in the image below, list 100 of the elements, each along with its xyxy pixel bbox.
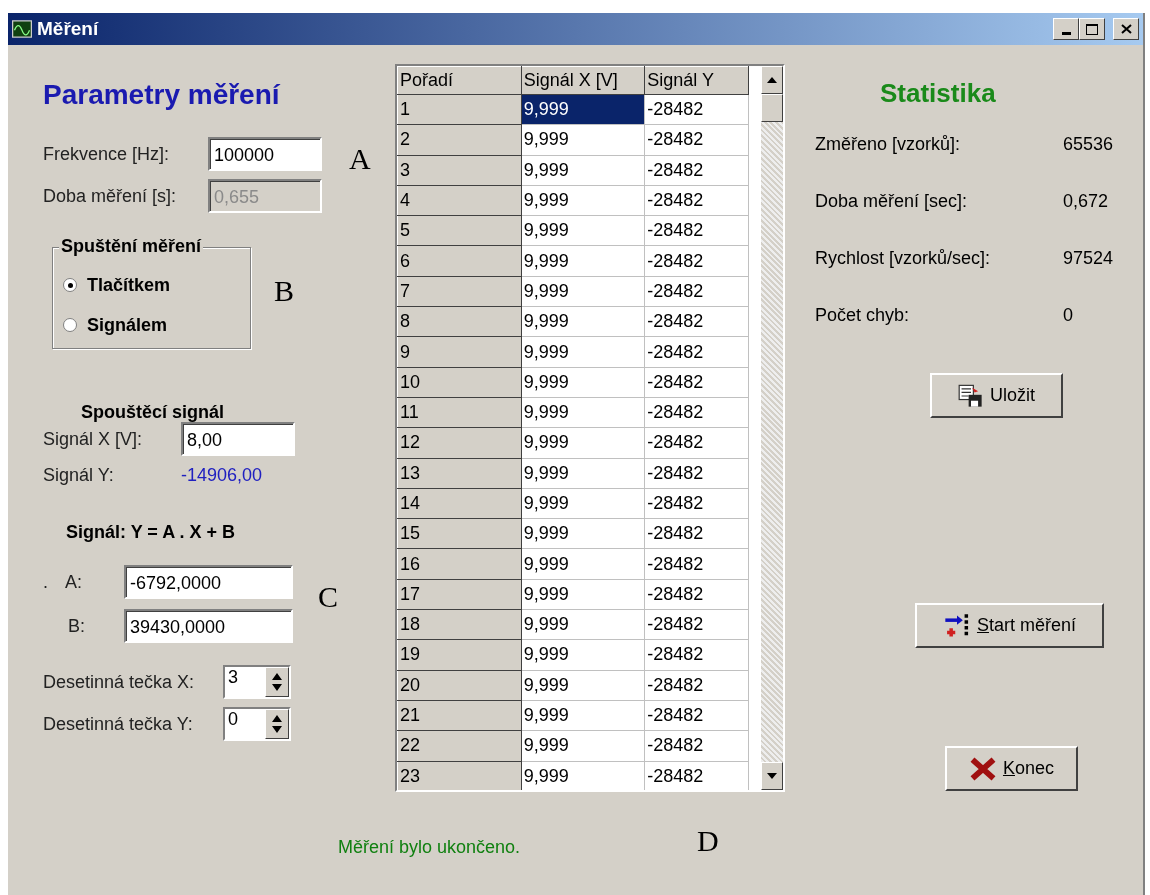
close-icon bbox=[968, 755, 997, 782]
stat-value: 65536 bbox=[1063, 134, 1115, 155]
section-heading: Spouštěcí signál bbox=[81, 402, 226, 422]
table-cell: -28482 bbox=[644, 670, 749, 701]
spin-field[interactable]: 3 bbox=[223, 665, 291, 699]
arrow-plus-icon bbox=[942, 612, 971, 639]
row-header: 14 bbox=[397, 488, 522, 519]
row-header: 18 bbox=[397, 609, 522, 640]
table-cell: 9,999 bbox=[521, 518, 645, 549]
minimize-icon bbox=[1061, 31, 1071, 35]
table-cell: 9,999 bbox=[521, 155, 645, 186]
table-cell: -28482 bbox=[644, 367, 749, 398]
table-cell: 9,999 bbox=[521, 94, 645, 125]
scroll-thumb[interactable] bbox=[761, 94, 783, 122]
table-cell: -28482 bbox=[644, 458, 749, 489]
row-header: 17 bbox=[397, 579, 522, 610]
stat-value: 0,672 bbox=[1063, 191, 1110, 212]
window-title: Měření bbox=[37, 18, 100, 40]
minimize-button[interactable] bbox=[1053, 18, 1079, 40]
row-header: 6 bbox=[397, 246, 522, 277]
table-cell: -28482 bbox=[644, 336, 749, 368]
row-header: 10 bbox=[397, 367, 522, 398]
table-cell: 9,999 bbox=[521, 367, 645, 398]
row-header: 16 bbox=[397, 548, 522, 580]
row-header: 23 bbox=[397, 761, 522, 790]
field-label: B: bbox=[67, 615, 86, 637]
close-button[interactable] bbox=[1113, 18, 1139, 40]
stat-value: 0 bbox=[1063, 305, 1074, 326]
row-header: 3 bbox=[397, 155, 522, 186]
status-message: Měření bylo ukončeno. bbox=[338, 837, 521, 858]
field-label: Frekvence [Hz]: bbox=[43, 143, 171, 165]
table-cell: -28482 bbox=[644, 730, 749, 762]
table-cell: -28482 bbox=[644, 579, 749, 610]
radio-option[interactable]: Signálem bbox=[63, 305, 250, 345]
dot-mark: . bbox=[43, 571, 49, 593]
radio-option[interactable]: Tlačítkem bbox=[63, 265, 250, 305]
table-cell: 9,999 bbox=[521, 276, 645, 307]
table-cell: -28482 bbox=[644, 246, 749, 277]
column-header[interactable]: Signál X [V] bbox=[521, 66, 645, 95]
stat-value: 97524 bbox=[1063, 248, 1115, 269]
input-field[interactable]: 39430,0000 bbox=[124, 609, 293, 643]
annotation-letter: A bbox=[349, 144, 371, 174]
table-cell: -28482 bbox=[644, 488, 749, 519]
table-cell: -28482 bbox=[644, 397, 749, 428]
start-button[interactable]: Start měření bbox=[915, 603, 1104, 648]
table-cell: 9,999 bbox=[521, 124, 645, 156]
formula-heading: Signál: Y = A . X + B bbox=[66, 522, 237, 542]
row-header: 13 bbox=[397, 458, 522, 489]
exit-button[interactable]: Konec bbox=[945, 746, 1078, 791]
row-header: 1 bbox=[397, 94, 522, 125]
table-cell: 9,999 bbox=[521, 185, 645, 216]
table-cell: 9,999 bbox=[521, 306, 645, 337]
field-label: Doba měření [s]: bbox=[43, 185, 178, 207]
input-field[interactable]: -6792,0000 bbox=[124, 565, 293, 599]
table-cell: 9,999 bbox=[521, 670, 645, 701]
field-label: A: bbox=[64, 571, 83, 593]
row-header: 7 bbox=[397, 276, 522, 307]
table-cell: -28482 bbox=[644, 548, 749, 580]
spin-arrows-icon bbox=[271, 671, 283, 693]
row-header: 9 bbox=[397, 336, 522, 368]
scroll-down-icon bbox=[767, 773, 777, 779]
table-cell: -28482 bbox=[644, 185, 749, 216]
table-cell: 9,999 bbox=[521, 609, 645, 640]
table-cell: -28482 bbox=[644, 306, 749, 337]
input-field[interactable]: 100000 bbox=[208, 137, 322, 171]
row-header: 5 bbox=[397, 215, 522, 246]
stat-label: Doba měření [sec]: bbox=[815, 191, 968, 211]
table-cell: 9,999 bbox=[521, 579, 645, 610]
field-label: Signál Y: bbox=[43, 464, 115, 486]
group-title: Spuštění měření bbox=[59, 236, 204, 257]
stat-label: Počet chyb: bbox=[815, 305, 910, 325]
scrollbar[interactable] bbox=[761, 66, 783, 790]
save-button[interactable]: Uložit bbox=[930, 373, 1063, 418]
table-cell: -28482 bbox=[644, 639, 749, 671]
row-header: 21 bbox=[397, 700, 522, 731]
save-disk-icon bbox=[958, 383, 984, 408]
maximize-button[interactable] bbox=[1079, 18, 1105, 40]
annotation-letter: C bbox=[318, 582, 338, 612]
row-header: 2 bbox=[397, 124, 522, 156]
table-cell: -28482 bbox=[644, 761, 749, 790]
wave-icon bbox=[12, 20, 32, 38]
table-cell: -28482 bbox=[644, 700, 749, 731]
field-label: Signál X [V]: bbox=[43, 428, 144, 450]
table-cell: -28482 bbox=[644, 215, 749, 246]
close-icon bbox=[1120, 24, 1132, 34]
section-title: Statistika bbox=[880, 78, 997, 108]
table-cell: 9,999 bbox=[521, 700, 645, 731]
spin-field[interactable]: 0 bbox=[223, 707, 291, 741]
table-cell: -28482 bbox=[644, 155, 749, 186]
column-header[interactable]: Signál Y bbox=[644, 66, 749, 95]
spin-arrows-icon bbox=[271, 713, 283, 735]
table-cell: -28482 bbox=[644, 276, 749, 307]
column-header[interactable]: Pořadí bbox=[397, 66, 522, 95]
table-cell: -28482 bbox=[644, 427, 749, 459]
row-header: 22 bbox=[397, 730, 522, 762]
signal-value: -14906,00 bbox=[181, 464, 263, 486]
input-field[interactable]: 8,00 bbox=[181, 422, 295, 456]
stat-label: Změřeno [vzorků]: bbox=[815, 134, 961, 154]
table-cell: 9,999 bbox=[521, 397, 645, 428]
scroll-up-icon bbox=[767, 77, 777, 83]
